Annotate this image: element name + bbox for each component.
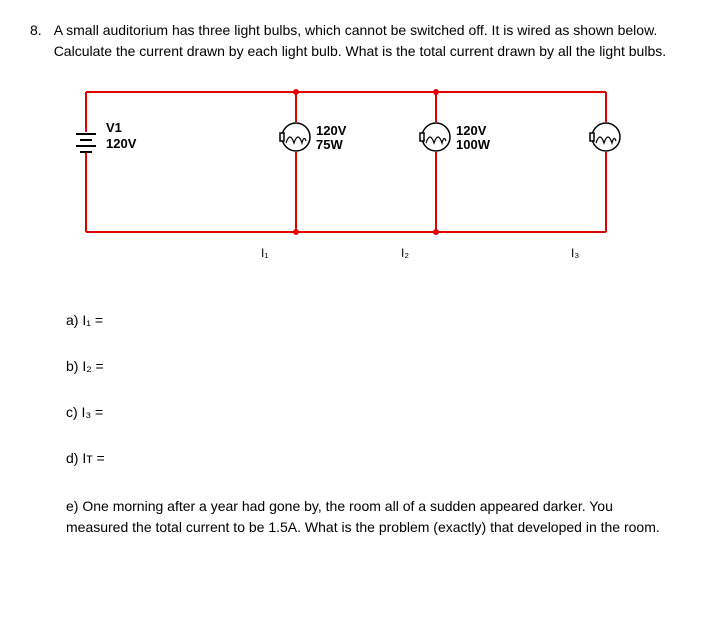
question-text: A small auditorium has three light bulbs…	[54, 20, 676, 62]
bulb2-power: 100W	[456, 137, 491, 152]
bulb1-voltage: 120V	[316, 123, 347, 138]
bulb-3: 120V 60W	[590, 123, 626, 152]
i2-label: I₂	[401, 246, 409, 260]
part-e: e) One morning after a year had gone by,…	[66, 496, 676, 538]
bulb-1: 120V 75W	[280, 123, 347, 152]
bulb-2: 120V 100W	[420, 123, 491, 152]
question-header: 8. A small auditorium has three light bu…	[30, 20, 676, 62]
i1-label: I₁	[261, 246, 268, 260]
circuit-diagram: V1 120V 120V 75W 120V 100W 120V 60W	[66, 82, 626, 282]
source-voltage: 120V	[106, 136, 137, 151]
circuit-svg: V1 120V 120V 75W 120V 100W 120V 60W	[66, 82, 626, 282]
i3-label: I₃	[571, 246, 579, 260]
bulb1-power: 75W	[316, 137, 343, 152]
source-name: V1	[106, 120, 122, 135]
bulb2-voltage: 120V	[456, 123, 487, 138]
part-d: d) Iᴛ =	[66, 450, 676, 466]
part-a: a) I₁ =	[66, 312, 676, 328]
part-b: b) I₂ =	[66, 358, 676, 374]
part-c: c) I₃ =	[66, 404, 676, 420]
question-number: 8.	[30, 20, 42, 62]
